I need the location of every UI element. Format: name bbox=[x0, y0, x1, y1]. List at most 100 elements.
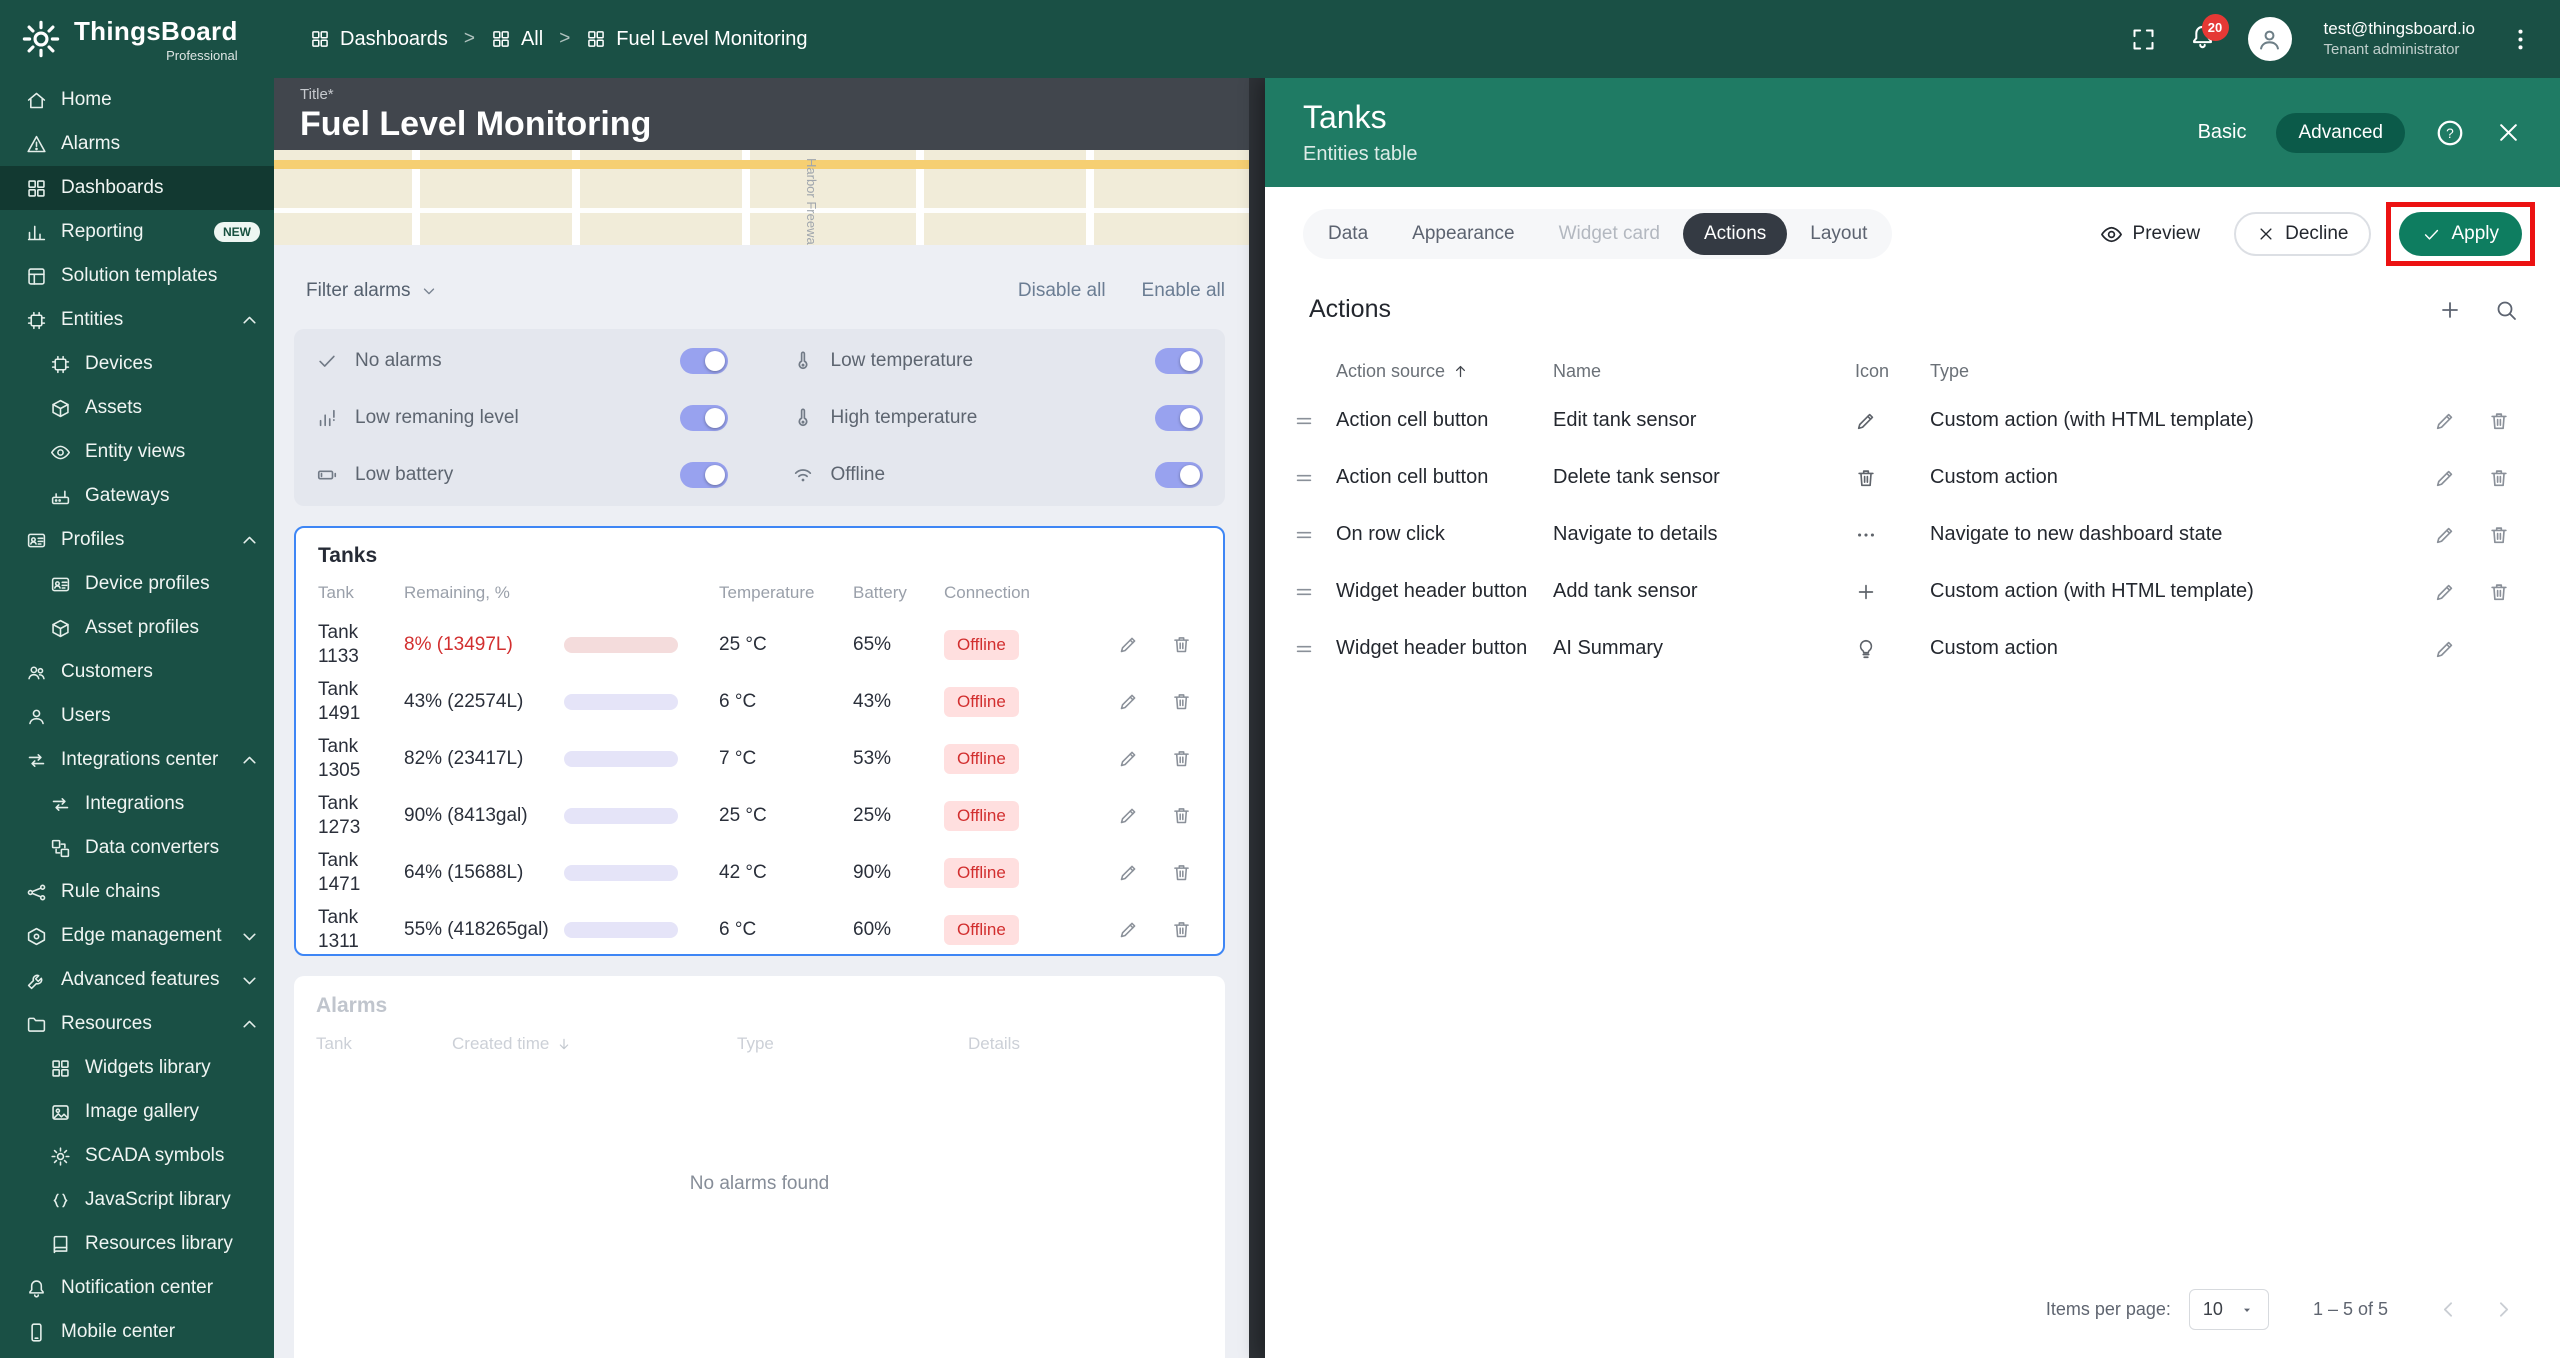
sidebar-item-label: Alarms bbox=[61, 133, 260, 155]
pencil-icon[interactable] bbox=[1118, 919, 1139, 940]
tab-data[interactable]: Data bbox=[1307, 213, 1389, 255]
trash-icon[interactable] bbox=[1171, 748, 1192, 769]
fullscreen-icon[interactable] bbox=[2130, 26, 2157, 53]
battery-value: 43% bbox=[853, 691, 944, 713]
dashboard-title-input[interactable]: Title* Fuel Level Monitoring bbox=[274, 78, 1249, 150]
enable-all-button[interactable]: Enable all bbox=[1142, 280, 1225, 302]
next-page-icon[interactable] bbox=[2491, 1297, 2516, 1322]
phone-icon bbox=[26, 1322, 47, 1343]
sidebar-item-resources[interactable]: Resources bbox=[0, 1002, 274, 1046]
preview-button[interactable]: Preview bbox=[2094, 222, 2207, 247]
sidebar-item-users[interactable]: Users bbox=[0, 694, 274, 738]
drag-handle-icon[interactable] bbox=[1293, 581, 1315, 603]
column-header-action-source[interactable]: Action source bbox=[1336, 361, 1553, 382]
sidebar-item-alarms[interactable]: Alarms bbox=[0, 122, 274, 166]
close-icon[interactable] bbox=[2495, 119, 2522, 146]
trash-icon[interactable] bbox=[1171, 634, 1192, 655]
delete-action-icon[interactable] bbox=[2488, 581, 2510, 603]
filter-alarms-dropdown[interactable]: Filter alarms bbox=[306, 280, 438, 302]
delete-action-icon[interactable] bbox=[2488, 638, 2510, 660]
edit-action-icon[interactable] bbox=[2434, 410, 2456, 432]
tab-layout[interactable]: Layout bbox=[1789, 213, 1888, 255]
help-icon[interactable]: ? bbox=[2435, 118, 2465, 148]
pencil-icon[interactable] bbox=[1118, 805, 1139, 826]
pencil-icon[interactable] bbox=[1118, 634, 1139, 655]
trash-icon[interactable] bbox=[1171, 805, 1192, 826]
sidebar-item-asset-profiles[interactable]: Asset profiles bbox=[0, 606, 274, 650]
sidebar-item-label: Users bbox=[61, 705, 260, 727]
sidebar-item-widgets-library[interactable]: Widgets library bbox=[0, 1046, 274, 1090]
sidebar-item-integrations[interactable]: Integrations bbox=[0, 782, 274, 826]
table-row: Tank 1273 90% (8413gal) 25 °C 25% Offlin… bbox=[296, 787, 1223, 844]
breadcrumb-item-all[interactable]: All bbox=[491, 28, 543, 51]
sidebar-item-resources-library[interactable]: Resources library bbox=[0, 1222, 274, 1266]
sidebar-item-integrations-center[interactable]: Integrations center bbox=[0, 738, 274, 782]
sidebar-item-advanced-features[interactable]: Advanced features bbox=[0, 958, 274, 1002]
toggle-high-temperature[interactable] bbox=[1155, 405, 1203, 431]
sidebar-item-edge-management[interactable]: Edge management bbox=[0, 914, 274, 958]
trash-icon[interactable] bbox=[1171, 919, 1192, 940]
apply-button[interactable]: Apply bbox=[2399, 212, 2522, 256]
toggle-low-temperature[interactable] bbox=[1155, 348, 1203, 374]
tab-actions[interactable]: Actions bbox=[1683, 213, 1787, 255]
toggle-low-remaining-level[interactable] bbox=[680, 405, 728, 431]
sidebar-item-customers[interactable]: Customers bbox=[0, 650, 274, 694]
pencil-icon[interactable] bbox=[1118, 748, 1139, 769]
sidebar-item-device-profiles[interactable]: Device profiles bbox=[0, 562, 274, 606]
add-action-icon[interactable] bbox=[2438, 298, 2462, 322]
tab-widget-card[interactable]: Widget card bbox=[1538, 213, 1681, 255]
edit-action-icon[interactable] bbox=[2434, 467, 2456, 489]
kebab-menu-icon[interactable] bbox=[2507, 26, 2534, 53]
sidebar-item-gateways[interactable]: Gateways bbox=[0, 474, 274, 518]
edit-action-icon[interactable] bbox=[2434, 638, 2456, 660]
trash-icon[interactable] bbox=[1171, 691, 1192, 712]
drag-handle-icon[interactable] bbox=[1293, 524, 1315, 546]
tanks-widget[interactable]: Tanks Tank Remaining, % Temperature Batt… bbox=[294, 526, 1225, 956]
notifications-button[interactable]: 20 bbox=[2189, 23, 2216, 55]
toggle-low-battery[interactable] bbox=[680, 462, 728, 488]
sidebar-item-scada-symbols[interactable]: SCADA symbols bbox=[0, 1134, 274, 1178]
sidebar-item-notification-center[interactable]: Notification center bbox=[0, 1266, 274, 1310]
pencil-icon[interactable] bbox=[1118, 862, 1139, 883]
previous-page-icon[interactable] bbox=[2436, 1297, 2461, 1322]
sidebar-item-mobile-center[interactable]: Mobile center bbox=[0, 1310, 274, 1354]
items-per-page-select[interactable]: 10 bbox=[2189, 1289, 2269, 1330]
drag-handle-icon[interactable] bbox=[1293, 467, 1315, 489]
delete-action-icon[interactable] bbox=[2488, 467, 2510, 489]
sidebar-item-profiles[interactable]: Profiles bbox=[0, 518, 274, 562]
drag-handle-icon[interactable] bbox=[1293, 638, 1315, 660]
sidebar-item-home[interactable]: Home bbox=[0, 78, 274, 122]
breadcrumb-item-current[interactable]: Fuel Level Monitoring bbox=[586, 28, 807, 51]
sidebar-item-rule-chains[interactable]: Rule chains bbox=[0, 870, 274, 914]
sidebar-item-image-gallery[interactable]: Image gallery bbox=[0, 1090, 274, 1134]
toggle-offline[interactable] bbox=[1155, 462, 1203, 488]
user-email: test@thingsboard.io bbox=[2324, 18, 2475, 40]
sidebar-item-data-converters[interactable]: Data converters bbox=[0, 826, 274, 870]
mode-advanced-button[interactable]: Advanced bbox=[2276, 113, 2405, 153]
sidebar-item-dashboards[interactable]: Dashboards bbox=[0, 166, 274, 210]
sidebar-item-entity-views[interactable]: Entity views bbox=[0, 430, 274, 474]
mode-basic-button[interactable]: Basic bbox=[2198, 121, 2247, 144]
edit-action-icon[interactable] bbox=[2434, 581, 2456, 603]
delete-action-icon[interactable] bbox=[2488, 410, 2510, 432]
sidebar-item-javascript-library[interactable]: JavaScript library bbox=[0, 1178, 274, 1222]
trash-icon[interactable] bbox=[1171, 862, 1192, 883]
decline-button[interactable]: Decline bbox=[2234, 212, 2371, 256]
sidebar-item-assets[interactable]: Assets bbox=[0, 386, 274, 430]
action-source: Widget header button bbox=[1336, 580, 1553, 603]
sidebar-item-solution-templates[interactable]: Solution templates bbox=[0, 254, 274, 298]
drag-handle-icon[interactable] bbox=[1293, 410, 1315, 432]
pencil-icon[interactable] bbox=[1118, 691, 1139, 712]
sidebar-item-entities[interactable]: Entities bbox=[0, 298, 274, 342]
delete-action-icon[interactable] bbox=[2488, 524, 2510, 546]
sidebar-item-reporting[interactable]: ReportingNEW bbox=[0, 210, 274, 254]
thingsboard-logo[interactable]: ThingsBoard Professional bbox=[0, 16, 274, 63]
sidebar-item-devices[interactable]: Devices bbox=[0, 342, 274, 386]
disable-all-button[interactable]: Disable all bbox=[1018, 280, 1106, 302]
avatar[interactable] bbox=[2248, 17, 2292, 61]
tab-appearance[interactable]: Appearance bbox=[1391, 213, 1535, 255]
edit-action-icon[interactable] bbox=[2434, 524, 2456, 546]
toggle-no-alarms[interactable] bbox=[680, 348, 728, 374]
search-icon[interactable] bbox=[2494, 298, 2518, 322]
breadcrumb-item-dashboards[interactable]: Dashboards bbox=[310, 28, 448, 51]
